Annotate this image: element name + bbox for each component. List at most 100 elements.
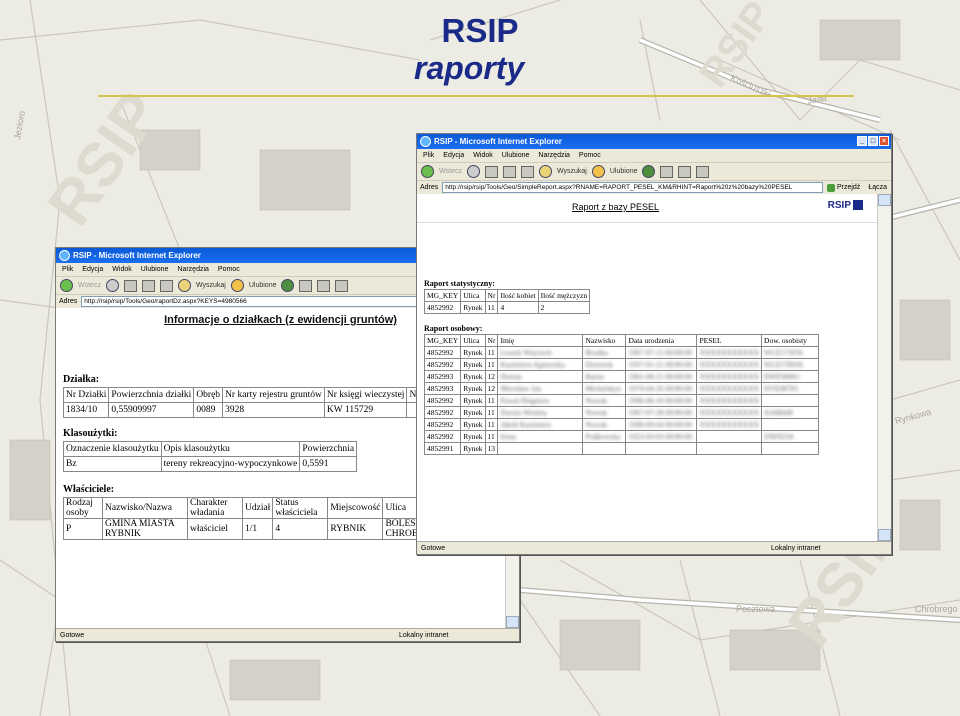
favorites-button[interactable]: Ulubione	[249, 282, 277, 289]
search-icon[interactable]	[538, 165, 552, 178]
menu-widok[interactable]: Widok	[112, 266, 131, 273]
table-row: 4852992 Rynek 11 Paweł Zbigniew Nowak 1996-06…	[423, 394, 820, 407]
back-arrow-icon[interactable]	[421, 165, 434, 178]
map-label-chrobrego: Chrobrego	[915, 604, 958, 614]
table-header: Nazwisko	[582, 334, 627, 347]
table-cell	[761, 418, 820, 431]
history-icon[interactable]	[281, 279, 295, 292]
table-cell: XXXXXXXXXXX	[696, 394, 763, 407]
print-icon[interactable]	[678, 165, 692, 178]
scroll-up-arrow-icon[interactable]	[878, 194, 891, 206]
table-cell: 4852991	[423, 442, 462, 455]
scroll-down-arrow-icon[interactable]	[878, 529, 891, 541]
menu-ulubione[interactable]: Ulubione	[502, 152, 530, 159]
menu-edycja[interactable]: Edycja	[82, 266, 103, 273]
print-icon[interactable]	[317, 279, 331, 292]
table-cell: Rynek	[460, 418, 486, 431]
menu-plik[interactable]: Plik	[62, 266, 73, 273]
table-cell: P	[63, 518, 103, 540]
table-cell: Rynek	[460, 358, 486, 371]
table-cell: XXXXXXXXXXX	[696, 358, 763, 371]
favorites-star-icon[interactable]	[591, 165, 605, 178]
table-header: Nr karty rejestru gruntów	[222, 387, 325, 403]
browser-window-pesel[interactable]: RSIP - Microsoft Internet Explorer _ □ ×…	[416, 133, 892, 555]
table-cell: Rynek	[460, 370, 486, 383]
table-cell: RYBNIK	[327, 518, 384, 540]
home-icon[interactable]	[159, 279, 173, 292]
table-cell: Rynek	[460, 430, 486, 443]
go-arrow-icon[interactable]	[826, 183, 835, 192]
go-button[interactable]: Przejdź	[837, 184, 860, 191]
table-header: Miejscowość	[327, 497, 384, 519]
table-row: 4852992 Rynek 11 Jakub Kazimierz Nowak 1998-0…	[423, 418, 820, 431]
table-cell: Nowak	[582, 418, 627, 431]
mail-icon[interactable]	[299, 279, 313, 292]
table-row: 4852993 Rynek 12 Dorota Baron 1961-08-21 00:0…	[423, 370, 820, 383]
search-button[interactable]: Wyszukaj	[557, 168, 587, 175]
back-button[interactable]: Wstecz	[78, 282, 101, 289]
forward-arrow-icon[interactable]	[105, 279, 119, 292]
mail-icon[interactable]	[660, 165, 674, 178]
table-header: Nr	[484, 334, 499, 347]
table-header: Opis klasoużytku	[160, 441, 301, 457]
refresh-icon[interactable]	[141, 279, 155, 292]
stop-icon[interactable]	[123, 279, 137, 292]
table-row: Bz tereny rekreacyjno-wypoczynkowe 0,559…	[63, 456, 358, 472]
favorites-star-icon[interactable]	[230, 279, 244, 292]
favorites-button[interactable]: Ulubione	[610, 168, 638, 175]
forward-arrow-icon[interactable]	[466, 165, 480, 178]
rsip-logo-icon	[853, 200, 863, 211]
table-cell: 4852992	[423, 358, 462, 371]
table-header: Oznaczenie klasoużytku	[63, 441, 162, 457]
edit-icon[interactable]	[696, 165, 710, 178]
menu-narzedzia[interactable]: Narzędzia	[538, 152, 570, 159]
close-button[interactable]: ×	[879, 136, 889, 146]
links-button[interactable]: Łącza	[868, 184, 887, 191]
window-titlebar[interactable]: RSIP - Microsoft Internet Explorer _ □ ×	[417, 134, 891, 149]
back-button[interactable]: Wstecz	[439, 168, 462, 175]
table-cell	[582, 442, 627, 455]
table-header: Imię	[497, 334, 584, 347]
table-row: 4852992 Rynek 11 Dorota Wioleta Nowak 1967-07…	[423, 406, 820, 419]
menu-narzedzia[interactable]: Narzędzia	[177, 266, 209, 273]
table-header: Udział	[241, 497, 274, 519]
scroll-down-arrow-icon[interactable]	[506, 616, 519, 628]
menu-ulubione[interactable]: Ulubione	[141, 266, 169, 273]
dzialka-table: Nr Działki Powierzchnia działki Obręb Nr…	[62, 387, 420, 418]
history-icon[interactable]	[642, 165, 656, 178]
refresh-icon[interactable]	[502, 165, 516, 178]
table-header: Status właściciela	[272, 497, 329, 519]
vertical-scrollbar[interactable]	[877, 194, 891, 541]
table-cell: 1967-07-28 00:00:00	[625, 406, 698, 419]
address-input[interactable]: http://rsip/rsip/Tools/Geo/SimpleReport.…	[442, 182, 823, 193]
home-icon[interactable]	[520, 165, 534, 178]
menu-edycja[interactable]: Edycja	[443, 152, 464, 159]
table-cell: Baron	[582, 370, 627, 383]
table-header: Charakter władania	[187, 497, 243, 519]
table-cell	[625, 442, 698, 455]
table-cell: 11	[484, 358, 499, 371]
menu-pomoc[interactable]: Pomoc	[218, 266, 240, 273]
address-label: Adres	[420, 184, 439, 191]
menu-widok[interactable]: Widok	[473, 152, 492, 159]
table-cell: 4852992	[423, 301, 462, 314]
table-cell: Dzierżok	[582, 358, 627, 371]
menu-bar: Plik Edycja Widok Ulubione Narzędzia Pom…	[417, 149, 891, 163]
stop-icon[interactable]	[484, 165, 498, 178]
minimize-button[interactable]: _	[857, 136, 867, 146]
table-cell: 1996-06-10 00:00:00	[625, 394, 698, 407]
search-icon[interactable]	[177, 279, 191, 292]
menu-plik[interactable]: Plik	[423, 152, 434, 159]
table-row: P GMINA MIASTA RYBNIK właściciel 1/1 4 R…	[63, 518, 449, 540]
table-cell: Rynek	[460, 382, 486, 395]
table-header: Ilość mężczyzn	[537, 289, 591, 302]
table-cell: 4	[272, 518, 329, 540]
back-arrow-icon[interactable]	[60, 279, 73, 292]
maximize-button[interactable]: □	[868, 136, 878, 146]
search-button[interactable]: Wyszukaj	[196, 282, 226, 289]
rsip-logo: RSIP	[828, 200, 863, 211]
table-cell	[696, 442, 763, 455]
menu-pomoc[interactable]: Pomoc	[579, 152, 601, 159]
osobowy-table: MG_KEY Ulica Nr Imię Nazwisko Data urodz…	[423, 334, 820, 455]
edit-icon[interactable]	[335, 279, 349, 292]
